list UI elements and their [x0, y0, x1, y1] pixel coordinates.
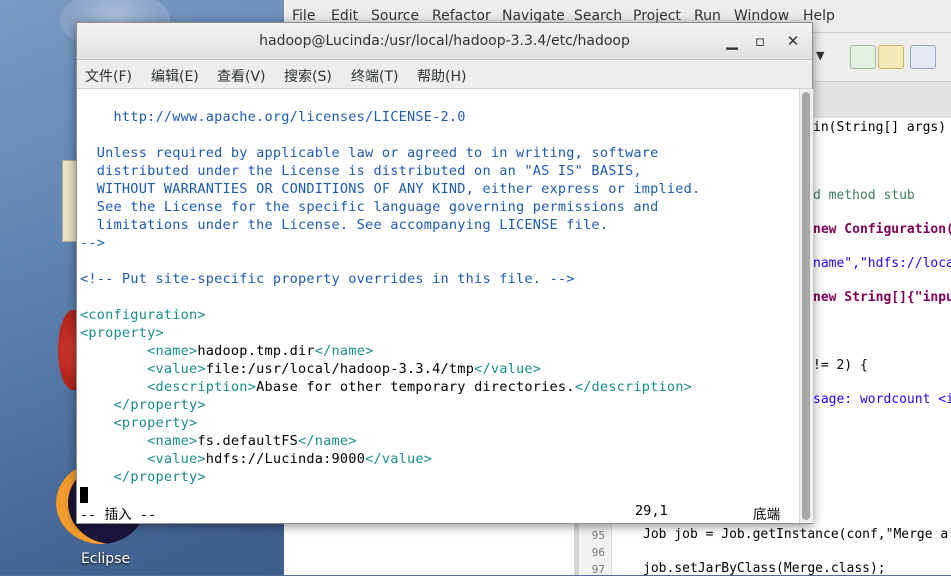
- xml-line: <name>fs.defaultFS</name>: [147, 433, 357, 449]
- eclipse-code-editor[interactable]: in(String[] args) d method stub new Conf…: [810, 118, 951, 518]
- code-line: != 2) {: [813, 358, 868, 373]
- text-line: <!-- Put site-specific property override…: [80, 271, 575, 287]
- code-line: new Configuration(: [813, 222, 951, 237]
- menu-search[interactable]: 搜索(S): [284, 66, 332, 86]
- maximize-icon[interactable]: ▫: [750, 31, 770, 51]
- code-line: name","hdfs://loca: [813, 256, 951, 271]
- line-number: 97: [591, 563, 605, 576]
- close-icon[interactable]: ✕: [783, 31, 803, 51]
- cursor-position: 29,1: [635, 503, 668, 519]
- text-line: Unless required by applicable law or agr…: [80, 145, 659, 161]
- code-line: new String[]{"inpu: [813, 290, 951, 305]
- terminal-window: hadoop@Lucinda:/usr/local/hadoop-3.3.4/e…: [76, 22, 813, 524]
- menu-view[interactable]: 查看(V): [217, 66, 266, 86]
- perspective-icon[interactable]: [910, 45, 936, 69]
- xml-line: </property>: [113, 469, 206, 485]
- xml-line: <description>Abase for other temporary d…: [147, 379, 693, 395]
- xml-tag: <configuration>: [80, 307, 206, 323]
- terminal-text-area[interactable]: http://www.apache.org/licenses/LICENSE-2…: [77, 89, 799, 523]
- code-line: sage: wordcount <i: [813, 392, 951, 407]
- terminal-titlebar[interactable]: hadoop@Lucinda:/usr/local/hadoop-3.3.4/e…: [77, 23, 812, 60]
- minimize-icon[interactable]: ▁: [722, 31, 742, 51]
- chevron-down-icon[interactable]: ▼: [816, 49, 830, 71]
- eclipse-icon-label[interactable]: Eclipse: [68, 551, 143, 567]
- eclipse-editor-tabs: [814, 82, 951, 118]
- text-line: WITHOUT WARRANTIES OR CONDITIONS OF ANY …: [80, 181, 701, 197]
- highlight-icon[interactable]: [878, 45, 904, 69]
- xml-line: <value>file:/usr/local/hadoop-3.3.4/tmp<…: [147, 361, 542, 377]
- eclipse-code-editor-bottom[interactable]: Job job = Job.getInstance(conf,"Merge a …: [579, 517, 951, 576]
- menu-file[interactable]: 文件(F): [85, 66, 132, 86]
- line-number-gutter: 95 96 97: [579, 517, 612, 576]
- scrollbar-thumb[interactable]: [802, 92, 810, 520]
- text-line: See the License for the specific languag…: [80, 199, 659, 215]
- xml-line: <name>hadoop.tmp.dir</name>: [147, 343, 374, 359]
- xml-line: </property>: [113, 397, 206, 413]
- code-line: job.setJarByClass(Merge.class);: [643, 561, 886, 576]
- menu-terminal[interactable]: 终端(T): [351, 66, 398, 86]
- line-number: 96: [591, 546, 605, 559]
- scroll-position: 底端: [753, 507, 781, 523]
- debug-icon[interactable]: [850, 45, 876, 69]
- text-line: limitations under the License. See accom…: [80, 217, 609, 233]
- menu-help[interactable]: 帮助(H): [417, 66, 466, 86]
- text-cursor: [80, 487, 88, 503]
- text-line: distributed under the License is distrib…: [80, 163, 642, 179]
- xml-line: <value>hdfs://Lucinda:9000</value>: [147, 451, 433, 467]
- xml-tag: <property>: [80, 325, 164, 341]
- window-title: hadoop@Lucinda:/usr/local/hadoop-3.3.4/e…: [259, 33, 630, 49]
- menu-edit[interactable]: 编辑(E): [151, 66, 199, 86]
- line-number: 95: [591, 529, 605, 542]
- code-line: in(String[] args): [813, 120, 947, 135]
- xml-line: <property>: [113, 415, 198, 431]
- terminal-menubar: 文件(F) 编辑(E) 查看(V) 搜索(S) 终端(T) 帮助(H): [77, 60, 812, 89]
- code-line: Job job = Job.getInstance(conf,"Merge a: [643, 527, 949, 542]
- text-line: -->: [80, 235, 106, 251]
- code-line: d method stub: [813, 188, 915, 203]
- eclipse-left-panel[interactable]: [284, 518, 575, 575]
- terminal-scrollbar[interactable]: [799, 89, 813, 523]
- vim-mode-indicator: -- 插入 --: [80, 507, 157, 523]
- text-line: http://www.apache.org/licenses/LICENSE-2…: [80, 109, 466, 125]
